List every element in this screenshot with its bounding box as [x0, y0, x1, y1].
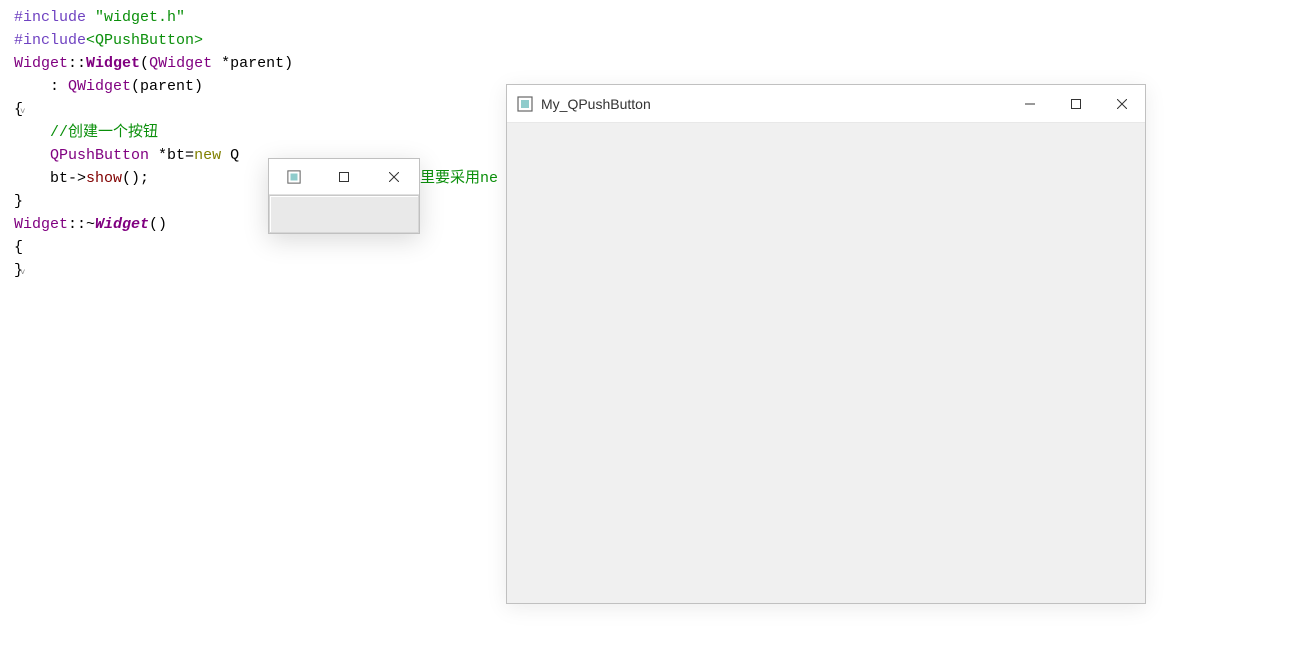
code-token: *parent — [212, 55, 284, 72]
code-line[interactable]: } — [14, 190, 293, 213]
code-token: QPushButton — [50, 147, 149, 164]
code-token — [14, 147, 50, 164]
maximize-button[interactable] — [1053, 85, 1099, 122]
code-token: Widget — [14, 216, 68, 233]
code-token: Q — [221, 147, 239, 164]
code-token: ) — [284, 55, 293, 72]
code-line[interactable]: //创建一个按钮 — [14, 121, 293, 144]
code-line[interactable]: { — [14, 236, 293, 259]
code-token: Widget — [95, 216, 149, 233]
code-token: "widget.h" — [95, 9, 185, 26]
code-line[interactable]: : QWidget(parent) — [14, 75, 293, 98]
code-token: Widget — [86, 55, 140, 72]
code-token: (); — [122, 170, 149, 187]
fold-marker-icon[interactable]: ˅ — [20, 262, 25, 285]
title-left: My_QPushButton — [507, 96, 651, 112]
titlebar[interactable]: My_QPushButton — [507, 85, 1145, 123]
code-token: new — [194, 147, 221, 164]
code-line[interactable]: QPushButton *bt=new Q — [14, 144, 293, 167]
window-client-area[interactable] — [507, 123, 1145, 603]
code-token: #include — [14, 32, 86, 49]
code-token: () — [149, 216, 167, 233]
code-line[interactable]: #include "widget.h" — [14, 6, 293, 29]
close-button[interactable] — [1099, 85, 1145, 122]
close-button[interactable] — [375, 159, 413, 194]
code-token: 里要采用ne — [420, 167, 498, 190]
code-line[interactable]: Widget::Widget(QWidget *parent) — [14, 52, 293, 75]
qt-main-window[interactable]: My_QPushButton — [506, 84, 1146, 604]
code-token: } — [14, 193, 23, 210]
app-icon — [517, 96, 533, 112]
code-token: : — [14, 78, 68, 95]
code-token: (parent) — [131, 78, 203, 95]
titlebar[interactable] — [269, 159, 419, 195]
code-token: *bt= — [149, 147, 194, 164]
window-controls — [269, 159, 419, 194]
qt-small-window[interactable] — [268, 158, 420, 234]
code-editor[interactable]: #include "widget.h"#include<QPushButton>… — [14, 6, 293, 282]
code-token: ( — [140, 55, 149, 72]
fold-marker-icon[interactable]: ˅ — [20, 101, 25, 124]
code-line[interactable]: { — [14, 98, 293, 121]
code-token: <QPushButton> — [86, 32, 203, 49]
code-token: Widget — [14, 55, 68, 72]
code-token: #include — [14, 9, 95, 26]
code-token: bt-> — [14, 170, 86, 187]
code-token: //创建一个按钮 — [14, 124, 158, 141]
code-line[interactable]: #include<QPushButton> — [14, 29, 293, 52]
window-title: My_QPushButton — [541, 96, 651, 112]
maximize-button[interactable] — [325, 159, 363, 194]
code-token: { — [14, 239, 23, 256]
minimize-button[interactable] — [1007, 85, 1053, 122]
code-token: QWidget — [149, 55, 212, 72]
app-icon — [275, 159, 313, 194]
code-line[interactable]: bt->show(); — [14, 167, 293, 190]
code-line[interactable]: Widget::~Widget() — [14, 213, 293, 236]
code-token: show — [86, 170, 122, 187]
pushbutton-client[interactable] — [269, 195, 419, 233]
code-token: :: — [68, 55, 86, 72]
code-line[interactable]: } — [14, 259, 293, 282]
window-controls — [1007, 85, 1145, 122]
code-token: ::~ — [68, 216, 95, 233]
code-token: QWidget — [68, 78, 131, 95]
